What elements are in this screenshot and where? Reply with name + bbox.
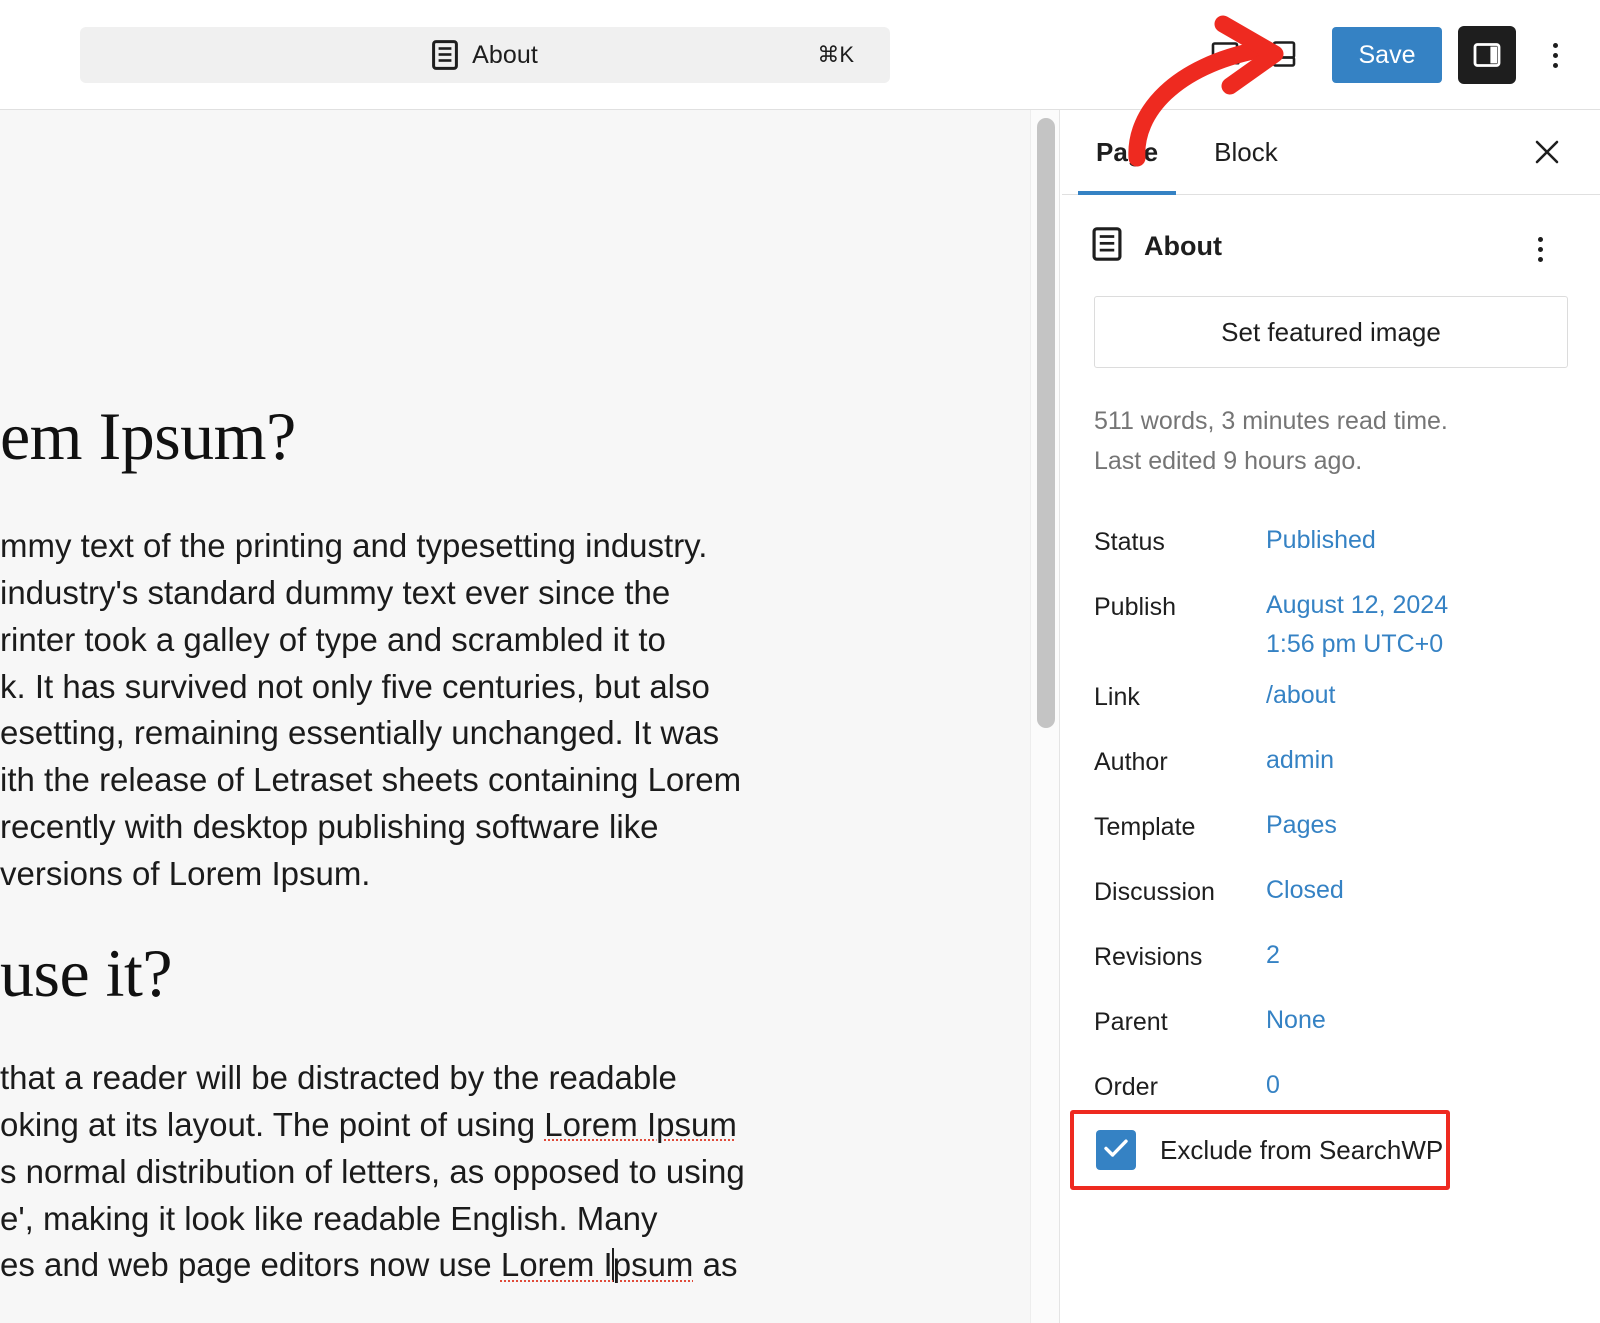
document-title: About <box>1144 231 1222 262</box>
document-icon <box>432 40 458 70</box>
save-button[interactable]: Save <box>1332 27 1442 83</box>
field-label: Status <box>1094 521 1266 562</box>
command-bar-center: About <box>432 40 538 70</box>
field-label: Revisions <box>1094 936 1266 977</box>
text-caret <box>612 1248 614 1282</box>
field-label: Link <box>1094 676 1266 717</box>
paragraph-line: mmy text of the printing and typesetting… <box>0 527 707 564</box>
canvas-scrollbar-thumb[interactable] <box>1037 118 1055 728</box>
sidebar-tabs: Page Block <box>1062 110 1600 195</box>
editor-canvas[interactable]: em Ipsum? mmy text of the printing and t… <box>0 110 1030 1323</box>
field-row-status: Status Published <box>1094 515 1568 580</box>
close-icon[interactable] <box>1522 127 1572 177</box>
set-featured-image-button[interactable]: Set featured image <box>1094 296 1568 368</box>
field-label: Publish <box>1094 586 1266 627</box>
page-settings-fields: Status Published Publish August 12, 2024… <box>1062 515 1600 1125</box>
paragraph-line: ith the release of Letraset sheets conta… <box>0 761 741 798</box>
document-options-kebab-icon[interactable] <box>1516 225 1564 273</box>
paragraph-line: rinter took a galley of type and scrambl… <box>0 621 666 658</box>
document-icon <box>1092 227 1122 266</box>
exclude-from-searchwp-highlight: Exclude from SearchWP <box>1070 1110 1450 1190</box>
kebab-dots <box>1538 237 1543 262</box>
post-heading-1[interactable]: em Ipsum? <box>0 398 296 474</box>
paragraph-line: k. It has survived not only five centuri… <box>0 668 710 705</box>
paragraph-line: versions of Lorem Ipsum. <box>0 855 370 892</box>
field-row-publish: Publish August 12, 2024 1:56 pm UTC+0 <box>1094 580 1568 670</box>
word-count-text: 511 words, 3 minutes read time. <box>1094 402 1568 442</box>
kebab-menu-icon[interactable] <box>1530 26 1580 84</box>
status-value[interactable]: Published <box>1266 521 1376 560</box>
exclude-from-searchwp-label: Exclude from SearchWP <box>1160 1135 1443 1166</box>
field-row-revisions: Revisions 2 <box>1094 930 1568 995</box>
preview-device-icon[interactable] <box>1256 26 1314 84</box>
paragraph-line: recently with desktop publishing softwar… <box>0 808 659 845</box>
spellcheck-word: Lorem Ipsum <box>501 1246 694 1283</box>
parent-value[interactable]: None <box>1266 1001 1326 1040</box>
field-row-template: Template Pages <box>1094 800 1568 865</box>
revisions-value[interactable]: 2 <box>1266 936 1280 975</box>
discussion-value[interactable]: Closed <box>1266 871 1344 910</box>
field-row-parent: Parent None <box>1094 995 1568 1060</box>
author-value[interactable]: admin <box>1266 741 1334 780</box>
field-label: Template <box>1094 806 1266 847</box>
command-bar-shortcut: ⌘K <box>817 42 854 68</box>
post-paragraph-1[interactable]: mmy text of the printing and typesetting… <box>0 523 1010 898</box>
last-edited-text: Last edited 9 hours ago. <box>1094 442 1568 482</box>
editor-header: About ⌘K Save <box>0 0 1600 110</box>
field-row-link: Link /about <box>1094 670 1568 735</box>
tab-block[interactable]: Block <box>1214 110 1278 194</box>
field-label: Order <box>1094 1066 1266 1107</box>
template-value[interactable]: Pages <box>1266 806 1337 845</box>
command-bar-title: About <box>472 41 538 70</box>
post-paragraph-2[interactable]: that a reader will be distracted by the … <box>0 1055 1010 1289</box>
kebab-dots <box>1553 43 1558 68</box>
paragraph-line: esetting, remaining essentially unchange… <box>0 714 719 751</box>
exclude-from-searchwp-checkbox[interactable] <box>1096 1130 1136 1170</box>
canvas-scrollbar-track[interactable] <box>1030 110 1060 1323</box>
field-label: Parent <box>1094 1001 1266 1042</box>
document-summary-row[interactable]: About <box>1062 195 1600 266</box>
settings-sidebar: Page Block About <box>1062 110 1600 1323</box>
order-value[interactable]: 0 <box>1266 1066 1280 1105</box>
field-label: Author <box>1094 741 1266 782</box>
link-value[interactable]: /about <box>1266 676 1336 715</box>
wordpress-block-editor: About ⌘K Save <box>0 0 1600 1323</box>
field-row-discussion: Discussion Closed <box>1094 865 1568 930</box>
publish-date-value[interactable]: August 12, 2024 1:56 pm UTC+0 <box>1266 586 1448 664</box>
command-bar[interactable]: About ⌘K <box>80 27 890 83</box>
field-row-author: Author admin <box>1094 735 1568 800</box>
document-meta-summary: 511 words, 3 minutes read time. Last edi… <box>1094 402 1568 481</box>
field-label: Discussion <box>1094 871 1266 912</box>
desktop-view-icon[interactable] <box>1198 26 1256 84</box>
header-actions: Save <box>1198 0 1580 110</box>
spellcheck-word: Lorem Ipsum <box>544 1106 737 1143</box>
tab-page[interactable]: Page <box>1096 110 1158 194</box>
paragraph-line: industry's standard dummy text ever sinc… <box>0 574 670 611</box>
post-heading-2[interactable]: use it? <box>0 935 172 1011</box>
settings-sidebar-icon[interactable] <box>1458 26 1516 84</box>
checkmark-icon <box>1103 1137 1129 1164</box>
